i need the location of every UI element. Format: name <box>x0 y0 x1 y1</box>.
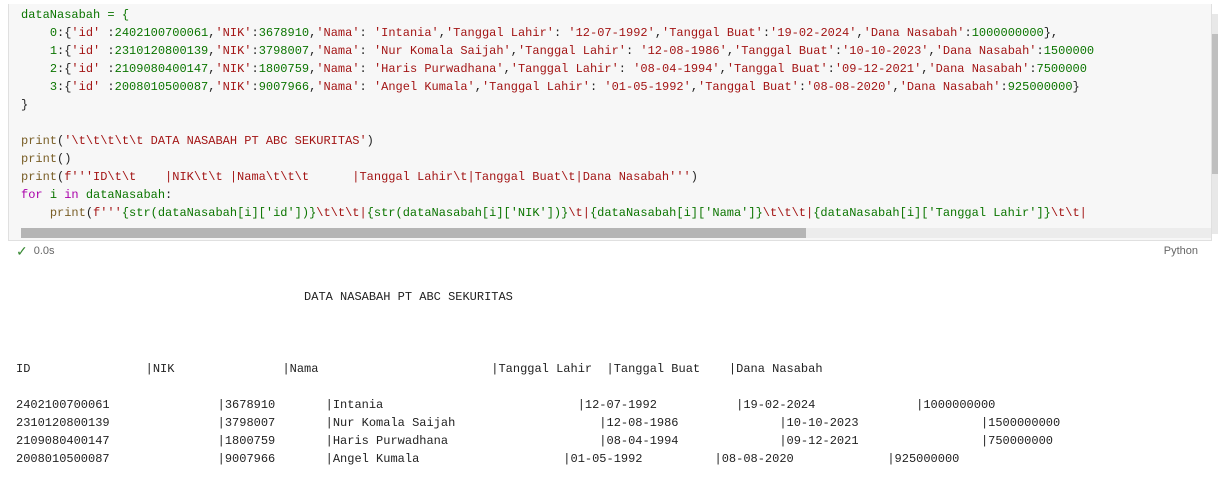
cell-status-bar: ✓ 0.0s Python <box>8 241 1212 262</box>
horizontal-scrollbar-thumb[interactable] <box>21 228 806 238</box>
code-line: print(f'''ID\t\t |NIK\t\t |Nama\t\t\t |T… <box>21 168 1211 186</box>
code-line: 2:{'id' :2109080400147,'NIK':1800759,'Na… <box>21 60 1211 78</box>
code-cell[interactable]: dataNasabah = { 0:{'id' :2402100700061,'… <box>8 4 1212 241</box>
vertical-scrollbar[interactable] <box>1212 14 1218 234</box>
output-header: ID |NIK |Nama |Tanggal Lahir |Tanggal Bu… <box>16 360 1208 378</box>
code-line: 0:{'id' :2402100700061,'NIK':3678910,'Na… <box>21 24 1211 42</box>
cell-output: DATA NASABAH PT ABC SEKURITAS ID |NIK |N… <box>0 262 1220 494</box>
output-title: DATA NASABAH PT ABC SEKURITAS <box>16 288 1208 306</box>
output-blank <box>16 324 1208 342</box>
code-line <box>21 114 1211 132</box>
horizontal-scrollbar[interactable] <box>21 228 1211 238</box>
output-row: 2402100700061 |3678910 |Intania |12-07-1… <box>16 396 1208 414</box>
code-line: 1:{'id' :2310120800139,'NIK':3798007,'Na… <box>21 42 1211 60</box>
kernel-language[interactable]: Python <box>1164 243 1198 260</box>
code-line: 3:{'id' :2008010500087,'NIK':9007966,'Na… <box>21 78 1211 96</box>
vertical-scrollbar-thumb[interactable] <box>1212 34 1218 174</box>
code-line: print('\t\t\t\t\t DATA NASABAH PT ABC SE… <box>21 132 1211 150</box>
output-row: 2109080400147 |1800759 |Haris Purwadhana… <box>16 432 1208 450</box>
output-row: 2310120800139 |3798007 |Nur Komala Saija… <box>16 414 1208 432</box>
code-line: print(f'''{str(dataNasabah[i]['id'])}\t\… <box>21 204 1211 222</box>
code-line: } <box>21 96 1211 114</box>
code-line: print() <box>21 150 1211 168</box>
output-row: 2008010500087 |9007966 |Angel Kumala |01… <box>16 450 1208 468</box>
code-line: dataNasabah = { <box>21 6 1211 24</box>
code-line: for i in dataNasabah: <box>21 186 1211 204</box>
execution-time: 0.0s <box>34 243 55 260</box>
check-icon: ✓ <box>16 244 28 258</box>
